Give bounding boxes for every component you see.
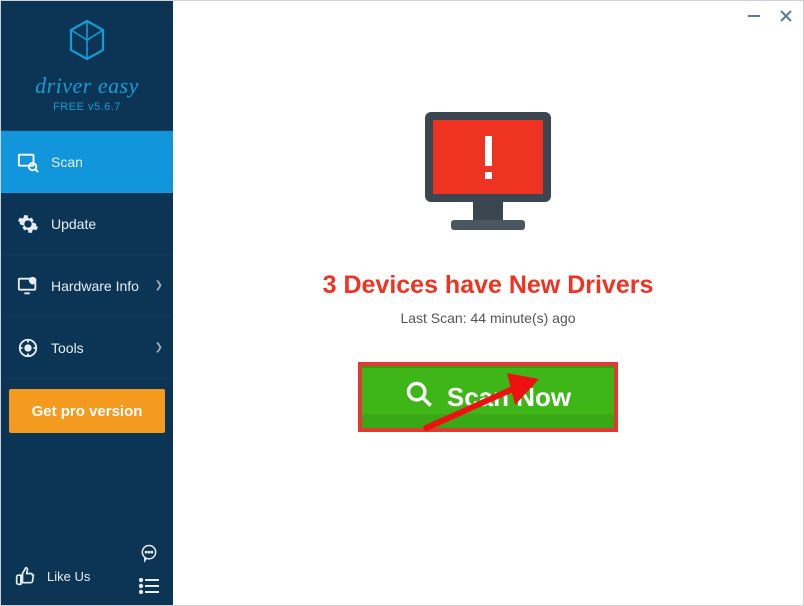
get-pro-button[interactable]: Get pro version — [9, 389, 165, 433]
sidebar-item-scan[interactable]: Scan — [1, 131, 173, 193]
sidebar-item-update[interactable]: Update — [1, 193, 173, 255]
last-scan-label: Last Scan: 44 minute(s) ago — [400, 310, 575, 326]
chevron-right-icon: ❯ — [155, 342, 163, 353]
bottom-bar: Like Us — [1, 547, 173, 605]
chevron-right-icon: ❯ — [155, 280, 163, 291]
app-window: driver easy FREE v5.6.7 Scan — [0, 0, 804, 606]
nav: Scan Update i — [1, 131, 173, 547]
feedback-icon[interactable] — [139, 543, 159, 566]
alert-monitor-icon — [413, 106, 563, 243]
brand-logo-icon — [65, 18, 109, 67]
monitor-info-icon: i — [15, 275, 41, 297]
minimize-icon[interactable] — [747, 9, 761, 27]
sidebar: driver easy FREE v5.6.7 Scan — [1, 1, 173, 605]
window-controls — [747, 9, 793, 27]
tools-icon — [15, 337, 41, 359]
logo-area: driver easy FREE v5.6.7 — [1, 1, 173, 131]
sidebar-item-tools[interactable]: Tools ❯ — [1, 317, 173, 379]
pro-button-label: Get pro version — [32, 403, 143, 420]
sidebar-item-label: Hardware Info — [51, 278, 139, 294]
like-us-label[interactable]: Like Us — [47, 569, 90, 584]
sidebar-item-hardware-info[interactable]: i Hardware Info ❯ — [1, 255, 173, 317]
menu-list-icon[interactable] — [139, 578, 159, 597]
thumbs-up-icon — [15, 566, 39, 586]
sidebar-item-label: Scan — [51, 154, 83, 170]
sidebar-item-label: Update — [51, 216, 96, 232]
content-area: 3 Devices have New Drivers Last Scan: 44… — [173, 1, 803, 432]
close-icon[interactable] — [779, 9, 793, 27]
scan-icon — [15, 151, 41, 173]
sidebar-item-label: Tools — [51, 340, 84, 356]
brand-name: driver easy — [35, 73, 139, 99]
scan-headline: 3 Devices have New Drivers — [323, 271, 654, 300]
gear-icon — [15, 213, 41, 235]
main-panel: 3 Devices have New Drivers Last Scan: 44… — [173, 1, 803, 605]
search-icon — [405, 380, 433, 415]
scan-now-button[interactable]: Scan Now — [358, 362, 618, 432]
scan-button-label: Scan Now — [447, 382, 571, 413]
version-label: FREE v5.6.7 — [53, 101, 121, 113]
